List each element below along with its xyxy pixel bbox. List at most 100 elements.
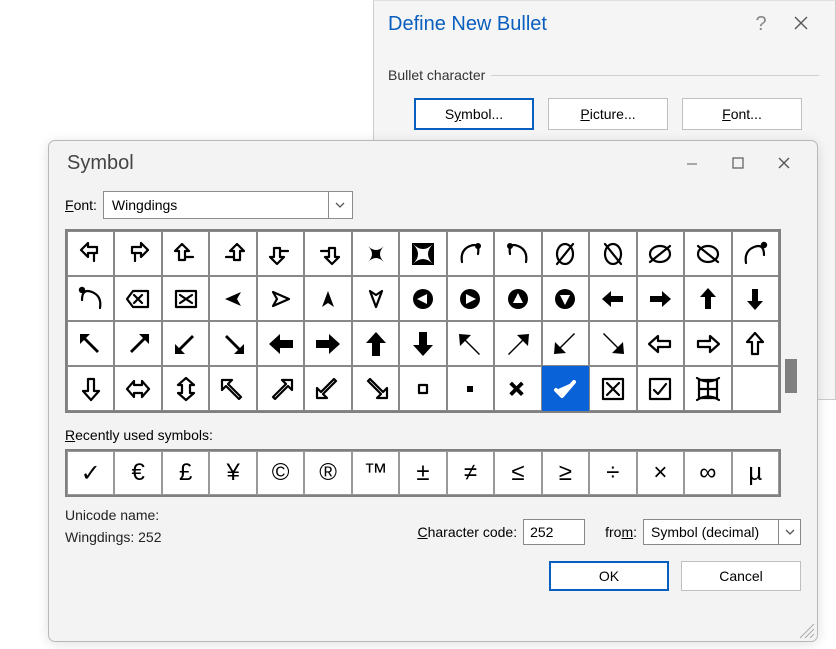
recent-cell[interactable]: ≥ (542, 451, 589, 495)
grid-cell[interactable] (162, 231, 209, 276)
resize-grip-icon[interactable] (799, 623, 815, 639)
symbol-title: Symbol (67, 152, 669, 175)
grid-cell[interactable] (732, 321, 779, 366)
recent-cell[interactable]: ÷ (589, 451, 636, 495)
ok-button[interactable]: OK (549, 561, 669, 591)
grid-cell[interactable] (494, 276, 541, 321)
grid-cell[interactable] (494, 231, 541, 276)
recent-cell[interactable]: € (114, 451, 161, 495)
scrollbar-thumb[interactable] (785, 359, 797, 393)
grid-cell[interactable] (447, 321, 494, 366)
grid-cell[interactable] (637, 321, 684, 366)
font-select[interactable]: Wingdings (103, 191, 353, 219)
grid-cell[interactable] (684, 321, 731, 366)
grid-cell[interactable] (257, 321, 304, 366)
recent-cell[interactable]: © (257, 451, 304, 495)
recent-cell[interactable]: × (637, 451, 684, 495)
grid-cell[interactable] (162, 366, 209, 411)
grid-cell[interactable] (304, 366, 351, 411)
recent-cell[interactable]: ≠ (447, 451, 494, 495)
bullet-character-label: Bullet character (388, 67, 491, 83)
help-button[interactable]: ? (741, 13, 781, 36)
grid-cell[interactable] (209, 321, 256, 366)
grid-cell[interactable] (304, 321, 351, 366)
grid-cell[interactable] (257, 366, 304, 411)
recent-grid: ✓ € £ ¥ © ® ™ ± ≠ ≤ ≥ ÷ × ∞ µ (65, 449, 781, 497)
grid-cell[interactable] (732, 276, 779, 321)
grid-cell[interactable] (67, 321, 114, 366)
recent-cell[interactable]: µ (732, 451, 779, 495)
grid-cell[interactable] (209, 231, 256, 276)
grid-cell[interactable] (637, 231, 684, 276)
grid-cell[interactable] (67, 231, 114, 276)
grid-cell[interactable] (637, 276, 684, 321)
grid-cell[interactable] (352, 366, 399, 411)
recent-cell[interactable]: ¥ (209, 451, 256, 495)
recent-cell[interactable]: ™ (352, 451, 399, 495)
grid-cell[interactable] (542, 231, 589, 276)
recent-cell[interactable]: ≤ (494, 451, 541, 495)
grid-cell[interactable] (114, 321, 161, 366)
grid-cell[interactable] (589, 231, 636, 276)
grid-cell[interactable] (67, 276, 114, 321)
grid-cell[interactable] (304, 231, 351, 276)
grid-cell[interactable] (589, 321, 636, 366)
unicode-name-label: Unicode name: (65, 507, 407, 523)
grid-cell[interactable] (589, 276, 636, 321)
grid-cell[interactable] (114, 231, 161, 276)
grid-cell[interactable] (67, 366, 114, 411)
grid-cell[interactable] (637, 366, 684, 411)
chevron-down-icon (328, 192, 352, 218)
picture-button[interactable]: Picture... (548, 98, 668, 130)
grid-cell[interactable] (399, 276, 446, 321)
grid-cell[interactable] (732, 231, 779, 276)
grid-cell[interactable] (542, 276, 589, 321)
recent-cell[interactable]: ∞ (684, 451, 731, 495)
grid-cell[interactable] (162, 321, 209, 366)
symbol-button[interactable]: Symbol... (414, 98, 534, 130)
recent-cell[interactable]: ® (304, 451, 351, 495)
recent-cell[interactable]: ✓ (67, 451, 114, 495)
grid-cell[interactable] (494, 366, 541, 411)
font-button[interactable]: Font... (682, 98, 802, 130)
maximize-button[interactable] (715, 147, 761, 179)
grid-cell[interactable] (447, 231, 494, 276)
grid-cell[interactable] (542, 321, 589, 366)
grid-cell[interactable] (114, 366, 161, 411)
close-button[interactable] (781, 14, 821, 35)
grid-cell[interactable] (257, 231, 304, 276)
grid-cell[interactable] (352, 231, 399, 276)
font-label: Font: (65, 197, 97, 213)
recent-cell[interactable]: ± (399, 451, 446, 495)
grid-cell[interactable] (732, 366, 779, 411)
grid-cell[interactable] (162, 276, 209, 321)
grid-cell-selected[interactable] (542, 366, 589, 411)
recent-cell[interactable]: £ (162, 451, 209, 495)
cancel-button[interactable]: Cancel (681, 561, 801, 591)
from-select[interactable]: Symbol (decimal) (643, 519, 801, 545)
grid-cell[interactable] (257, 276, 304, 321)
grid-cell[interactable] (399, 231, 446, 276)
grid-cell[interactable] (114, 276, 161, 321)
grid-cell[interactable] (447, 366, 494, 411)
character-code-input[interactable] (523, 519, 585, 545)
grid-cell[interactable] (209, 276, 256, 321)
symbol-dialog: Symbol Font: Wingdings (48, 140, 818, 642)
grid-cell[interactable] (589, 366, 636, 411)
scrollbar[interactable] (781, 229, 801, 413)
close-button[interactable] (761, 147, 807, 179)
grid-cell[interactable] (494, 321, 541, 366)
grid-cell[interactable] (684, 366, 731, 411)
font-select-value: Wingdings (104, 197, 328, 213)
grid-cell[interactable] (209, 366, 256, 411)
minimize-button[interactable] (669, 147, 715, 179)
grid-cell[interactable] (684, 276, 731, 321)
define-titlebar: Define New Bullet ? (374, 1, 835, 47)
grid-cell[interactable] (352, 276, 399, 321)
grid-cell[interactable] (684, 231, 731, 276)
grid-cell[interactable] (304, 276, 351, 321)
grid-cell[interactable] (352, 321, 399, 366)
grid-cell[interactable] (399, 321, 446, 366)
grid-cell[interactable] (399, 366, 446, 411)
grid-cell[interactable] (447, 276, 494, 321)
